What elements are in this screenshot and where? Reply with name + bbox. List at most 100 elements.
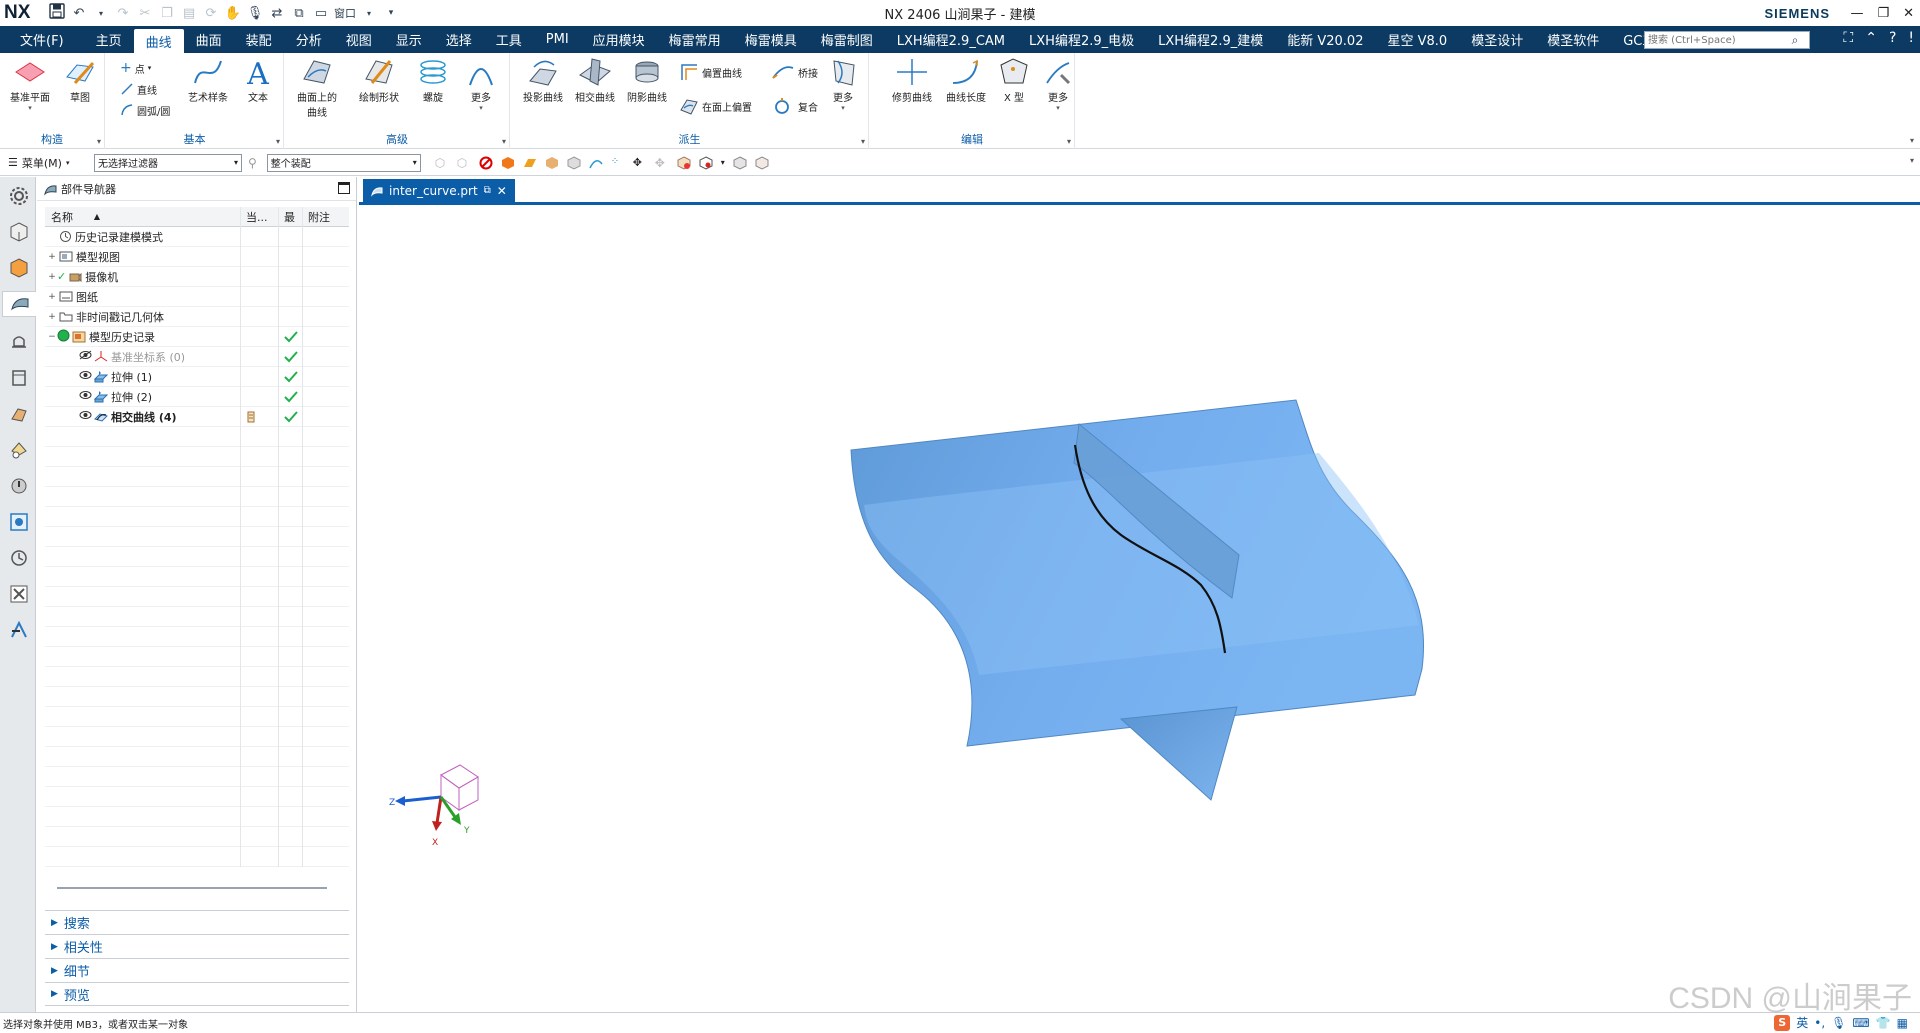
law-curve-button[interactable]: 绘制形状 — [355, 57, 403, 115]
tab-assembly[interactable]: 装配 — [234, 26, 284, 53]
collapse-node-icon[interactable]: − — [47, 332, 57, 342]
graphics-window[interactable]: inter_curve.prt ⧉ ✕ Z X Y — [359, 177, 1920, 1012]
ime-language-label[interactable]: 英 — [1796, 1014, 1808, 1031]
tab-nengxin[interactable]: 能新 V20.02 — [1275, 26, 1375, 53]
curve-on-surface-button[interactable]: 曲面上的曲线 — [293, 57, 341, 119]
column-header-name[interactable]: 名称 ▲ — [45, 206, 241, 227]
tab-analysis[interactable]: 分析 — [284, 26, 334, 53]
expand-node-icon[interactable]: + — [47, 292, 57, 302]
ime-voice-icon[interactable]: 🎙 — [1831, 1016, 1846, 1030]
ime-keyboard-icon[interactable]: ⌨ — [1852, 1016, 1869, 1030]
tab-file[interactable]: 文件(F) — [0, 26, 84, 53]
assembly-select-icon[interactable] — [677, 155, 691, 170]
view-triad[interactable]: Z X Y — [389, 764, 479, 848]
expand-node-icon[interactable]: + — [47, 312, 57, 322]
project-curve-button[interactable]: 投影曲线 — [519, 57, 567, 115]
group-edit-more-icon[interactable]: ▾ — [1067, 137, 1071, 146]
tab-meilei-mold[interactable]: 梅雷模具 — [733, 26, 809, 53]
sketch-button[interactable]: 草图 — [56, 57, 104, 115]
undo-icon[interactable]: ↶ — [70, 6, 88, 21]
expand-node-icon[interactable]: + — [47, 272, 57, 282]
more-edit-button[interactable]: 更多 ▾ — [1034, 57, 1082, 115]
tab-pmi[interactable]: PMI — [534, 26, 581, 53]
text-button[interactable]: A 文本 — [234, 57, 282, 115]
redo-icon[interactable]: ↷ — [114, 6, 132, 21]
minimize-button[interactable]: — — [1850, 6, 1863, 21]
offset-in-face-button[interactable]: 在面上偏置 — [679, 97, 752, 115]
trim-curve-button[interactable]: 修剪曲线 — [888, 57, 936, 115]
tab-tools[interactable]: 工具 — [484, 26, 534, 53]
document-tab[interactable]: inter_curve.prt ⧉ ✕ — [363, 179, 515, 202]
select-points-icon[interactable]: ⁘ — [611, 156, 625, 170]
select-face-icon[interactable] — [523, 156, 537, 170]
view-cube-icon[interactable] — [733, 155, 747, 170]
sogou-ime-icon[interactable]: S — [1774, 1014, 1791, 1031]
tree-row[interactable]: + 模型视图 — [45, 246, 349, 267]
help-icon[interactable]: ? — [1889, 30, 1896, 46]
curve-length-button[interactable]: 曲线长度 — [942, 57, 990, 115]
hd3d-tools-icon[interactable] — [6, 365, 32, 391]
snap-dropdown-icon[interactable]: ▾ — [721, 158, 725, 167]
repeat-command-icon[interactable]: ⟳ — [202, 6, 220, 21]
more-derived-button[interactable]: 更多 ▾ — [819, 57, 867, 115]
tree-row[interactable]: − 模型历史记录 — [45, 326, 349, 347]
navigator-horizontal-scrollbar[interactable] — [57, 887, 327, 889]
settings-gear-icon[interactable] — [6, 183, 32, 209]
datum-plane-button[interactable]: 基准平面 ▾ — [6, 57, 54, 115]
web-browser-icon[interactable] — [6, 401, 32, 427]
window-menu-label[interactable]: 窗口 — [334, 5, 356, 21]
select-curve-icon[interactable] — [589, 156, 603, 170]
hidden-eye-icon[interactable] — [79, 350, 92, 363]
ime-punctuation-icon[interactable]: •, — [1814, 1016, 1825, 1030]
notification-icon[interactable]: ! — [1908, 30, 1914, 46]
tab-applications[interactable]: 应用模块 — [581, 26, 657, 53]
copy-icon[interactable]: ❐ — [158, 6, 176, 21]
ribbon-options-icon[interactable]: ▾ — [1910, 136, 1914, 145]
tree-row[interactable]: 历史记录建模模式 — [45, 226, 349, 247]
history-clock-icon[interactable] — [6, 545, 32, 571]
tree-row[interactable]: 相交曲线 (4) — [45, 406, 349, 427]
select-objects-icon[interactable]: ⬡ — [457, 156, 471, 170]
microphone-icon[interactable]: 🎙 — [246, 6, 264, 21]
filter-icon[interactable]: ⚲ — [248, 156, 257, 170]
x-form-button[interactable]: X 型 — [990, 57, 1038, 115]
point-button[interactable]: + 点 ▾ — [120, 59, 151, 77]
layer-cube-icon[interactable] — [755, 155, 769, 170]
bridge-curve-button[interactable]: 桥接 — [771, 63, 818, 81]
roles-tools-icon[interactable] — [6, 581, 32, 607]
pane-dependencies[interactable]: ▶ 相关性 — [45, 934, 349, 958]
toolbar-options-icon[interactable]: ▾ — [1910, 156, 1914, 165]
history-palette-icon[interactable] — [6, 437, 32, 463]
ime-tools-icon[interactable]: ▦ — [1897, 1016, 1908, 1030]
group-basic-more-icon[interactable]: ▾ — [276, 137, 280, 146]
tree-row[interactable]: + ✓ 摄像机 — [45, 266, 349, 287]
main-menu-button[interactable]: ☰ 菜单(M) ▾ — [8, 155, 94, 171]
restore-button[interactable]: ❐ — [1877, 6, 1889, 21]
select-sheet-icon[interactable] — [567, 155, 581, 170]
tab-lxh-electrode[interactable]: LXH编程2.9_电极 — [1017, 26, 1146, 53]
column-header-current[interactable]: 当... — [241, 206, 279, 227]
tab-surface[interactable]: 曲面 — [184, 26, 234, 53]
switch-window-icon[interactable]: ⧉ — [290, 6, 308, 21]
helix-button[interactable]: 螺旋 — [409, 57, 457, 115]
constraint-navigator-icon[interactable] — [6, 255, 32, 281]
command-finder-icon[interactable]: ⇄ — [268, 6, 286, 21]
select-feature-icon[interactable]: ⬡ — [435, 156, 449, 170]
process-studio-icon[interactable] — [6, 473, 32, 499]
group-advanced-more-icon[interactable]: ▾ — [502, 137, 506, 146]
composite-curve-button[interactable]: 复合 — [771, 97, 818, 115]
paste-icon[interactable]: ▤ — [180, 6, 198, 21]
pane-search[interactable]: ▶ 搜索 — [45, 910, 349, 934]
tree-row[interactable]: 拉伸 (1) — [45, 366, 349, 387]
visible-eye-icon[interactable] — [79, 370, 92, 383]
offset-curve-button[interactable]: 偏置曲线 — [679, 63, 742, 81]
undo-dropdown-icon[interactable]: ▾ — [92, 9, 110, 18]
search-icon[interactable]: ⌕ — [1785, 33, 1805, 48]
snap-point-icon[interactable]: ✥ — [633, 156, 647, 170]
tab-mosheng-software[interactable]: 模圣软件 — [1535, 26, 1611, 53]
tab-curve[interactable]: 曲线 — [133, 29, 184, 53]
ime-skin-icon[interactable]: 👕 — [1876, 1016, 1891, 1030]
tree-row[interactable]: + 图纸 — [45, 286, 349, 307]
window-icon[interactable]: ▭ — [312, 6, 330, 21]
collapse-ribbon-icon[interactable]: ⌃ — [1865, 30, 1877, 46]
